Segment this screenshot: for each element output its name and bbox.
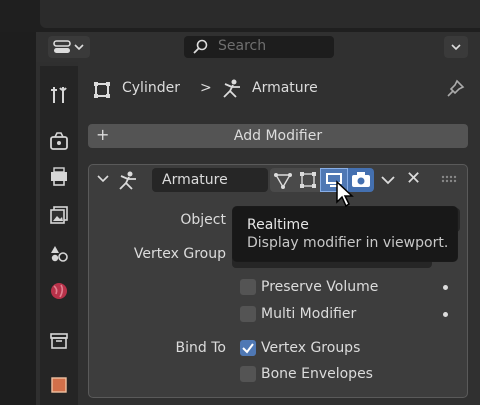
tooltip: [232, 206, 458, 262]
options-dropdown[interactable]: [444, 36, 468, 58]
wrench-screwdriver-icon: [51, 87, 67, 103]
pin-icon[interactable]: [446, 78, 466, 102]
add-modifier-label: Add Modifier: [233, 128, 323, 144]
multi-modifier-label: Multi Modifier: [261, 306, 357, 322]
vertex-groups-label: Vertex Groups: [261, 340, 361, 356]
tooltip-title: Realtime: [247, 217, 309, 233]
object-label: Object: [180, 212, 226, 228]
camera-back-icon: [50, 132, 68, 150]
keyframe-dot-icon[interactable]: [443, 285, 448, 290]
printer-icon: [51, 167, 67, 186]
tooltip-description: Display modifier in viewport.: [247, 235, 449, 251]
properties-editor-icon: [53, 40, 84, 53]
bind-to-label: Bind To: [175, 340, 226, 356]
vertex-groups-checkbox[interactable]: [240, 340, 256, 356]
chevron-down-icon: [451, 44, 461, 51]
preserve-volume-checkbox[interactable]: [240, 279, 256, 295]
checkmark-icon: [242, 343, 254, 354]
breadcrumb-separator: >: [200, 80, 212, 96]
image-stack-icon: [50, 206, 68, 224]
remove-modifier-button[interactable]: ✕: [406, 168, 421, 189]
preserve-volume-label: Preserve Volume: [261, 279, 379, 295]
armature-icon: [220, 78, 244, 104]
collapse-chevron-icon[interactable]: [96, 172, 110, 190]
tab-output[interactable]: [40, 160, 78, 194]
tab-view-layer[interactable]: [40, 198, 78, 232]
armature-icon: [116, 170, 140, 196]
tab-object[interactable]: [40, 368, 78, 402]
globe-icon: [51, 283, 67, 299]
editmode-toggle[interactable]: [296, 168, 320, 192]
keyframe-dot-icon[interactable]: [443, 312, 448, 317]
modifier-name-field[interactable]: Armature: [152, 168, 268, 192]
tab-tool[interactable]: [40, 78, 78, 112]
tab-world[interactable]: [40, 274, 78, 308]
tab-render[interactable]: [40, 124, 78, 158]
object-icon: [92, 80, 112, 104]
bone-envelopes-label: Bone Envelopes: [261, 366, 373, 382]
breadcrumb-object: Cylinder: [122, 80, 180, 96]
bone-envelopes-checkbox[interactable]: [240, 366, 256, 382]
chevron-down-icon: [381, 176, 395, 185]
left-edge: [0, 32, 36, 405]
upper-editor: [40, 0, 480, 28]
scene-icon: [51, 246, 68, 262]
tab-scene[interactable]: [40, 236, 78, 270]
multi-modifier-checkbox[interactable]: [240, 306, 256, 322]
on-cage-toggle[interactable]: [270, 168, 296, 192]
modifier-extras-dropdown[interactable]: [378, 170, 398, 194]
edit-mode-icon: [300, 172, 316, 188]
box-icon: [50, 333, 68, 349]
tab-collection[interactable]: [40, 324, 78, 358]
drag-handle-icon[interactable]: [440, 172, 458, 188]
editor-type-button[interactable]: [48, 36, 90, 58]
search-icon: [193, 39, 208, 54]
mouse-cursor-icon: [335, 180, 355, 212]
breadcrumb-modifier: Armature: [252, 80, 318, 96]
search-placeholder: Search: [218, 38, 267, 54]
triangle-vertices-icon: [274, 173, 292, 189]
vertex-group-label: Vertex Group: [133, 246, 226, 262]
object-square-icon: [51, 377, 67, 393]
